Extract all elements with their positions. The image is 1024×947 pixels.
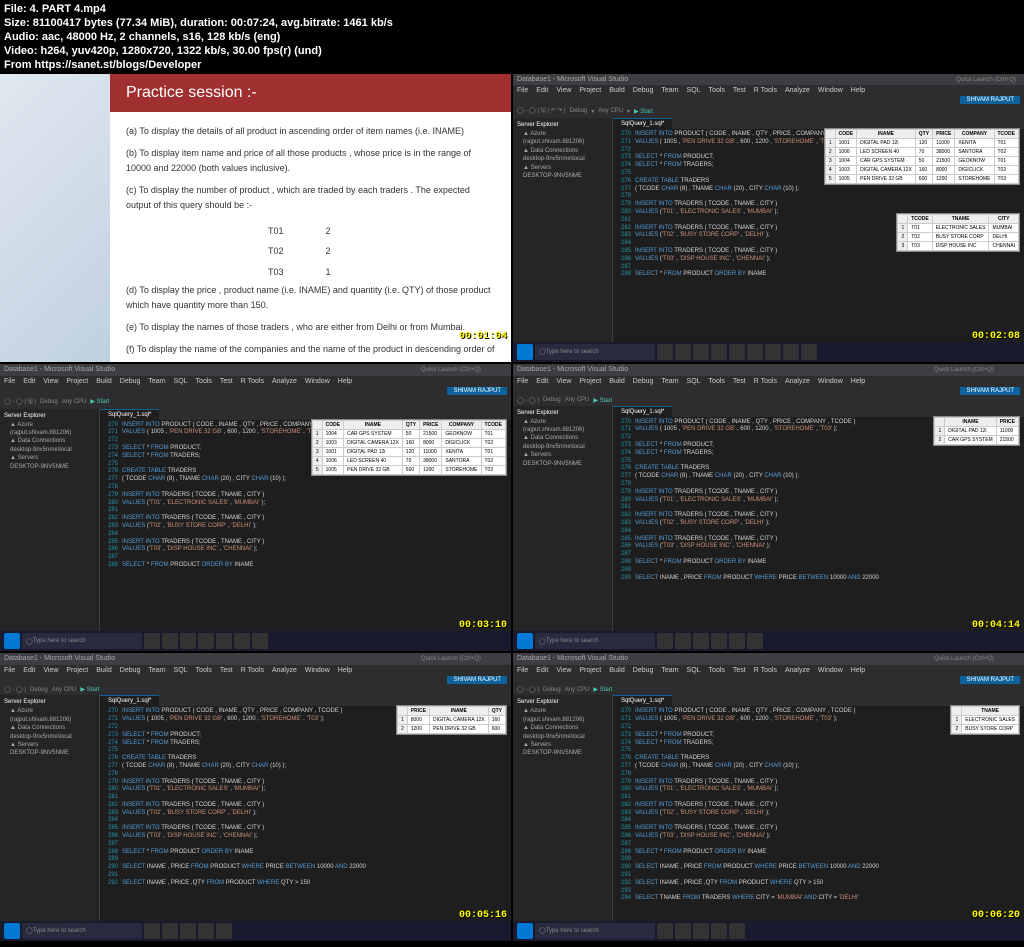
slide-question-a: (a) To display the details of all produc…: [126, 124, 495, 138]
result-grid-price-range: INAMEPRICE1DIGITAL PAD 12i110002CAR GPS …: [933, 416, 1020, 446]
vs-menu[interactable]: FileEditViewProjectBuildDebugTeamSQLTool…: [513, 85, 1024, 96]
slide-question-e: (e) To display the names of those trader…: [126, 320, 495, 334]
thumbnail-grid: Practice session :- (a) To display the d…: [0, 74, 1024, 941]
slide-question-d: (d) To display the price , product name …: [126, 283, 495, 312]
vs-thumbnail-3: Database1 - Microsoft Visual StudioQuick…: [0, 364, 511, 652]
slide-question-f: (f) To display the name of the companies…: [126, 342, 495, 361]
server-explorer[interactable]: Server Explorer ▲ Azure (rajput.shivam.8…: [513, 118, 613, 354]
result-grid-qty: PRICEINAMEQTY18000DIGITAL CAMERA 12X1602…: [396, 705, 507, 735]
result-grid-ordered: CODEINAMEQTYPRICECOMPANYTCODE11004CAR GP…: [311, 419, 507, 476]
slide-expected-output: T012 T022 T031: [246, 220, 353, 283]
result-grid-products[interactable]: CODEINAMEQTYPRICECOMPANYTCODE11001DIGITA…: [824, 128, 1020, 185]
taskbar-search[interactable]: ◯ Type here to search: [535, 344, 655, 360]
sql-tab[interactable]: SqlQuery_1.sql*: [613, 118, 672, 129]
user-badge: SHIVAM RAJPUT: [960, 96, 1020, 104]
start-icon[interactable]: [517, 344, 533, 360]
vs-thumbnail-5: Database1 - Microsoft Visual StudioQuick…: [0, 653, 511, 941]
result-grid-tname: TNAME1ELECTRONIC SALES2BUSY STORE CORP: [950, 705, 1020, 735]
vs-thumbnail-4: Database1 - Microsoft Visual StudioQuick…: [513, 364, 1024, 652]
slide-thumbnail: Practice session :- (a) To display the d…: [0, 74, 511, 362]
timestamp-1: 00:01:04: [459, 331, 507, 342]
windows-taskbar[interactable]: ◯ Type here to search: [513, 342, 1024, 362]
result-grid-traders[interactable]: TCODETNAMECITY1T01ELECTRONIC SALESMUMBAI…: [896, 213, 1020, 252]
slide-question-c: (c) To display the number of product , w…: [126, 183, 495, 212]
slide-title: Practice session :-: [110, 74, 511, 112]
vs-thumbnail-6: Database1 - Microsoft Visual StudioQuick…: [513, 653, 1024, 941]
timestamp-2: 00:02:08: [972, 331, 1020, 342]
vs-thumbnail-2: Database1 - Microsoft Visual StudioQuick…: [513, 74, 1024, 362]
file-info-header: File: 4. PART 4.mp4 Size: 81100417 bytes…: [0, 0, 1024, 74]
slide-question-b: (b) To display item name and price of al…: [126, 146, 495, 175]
